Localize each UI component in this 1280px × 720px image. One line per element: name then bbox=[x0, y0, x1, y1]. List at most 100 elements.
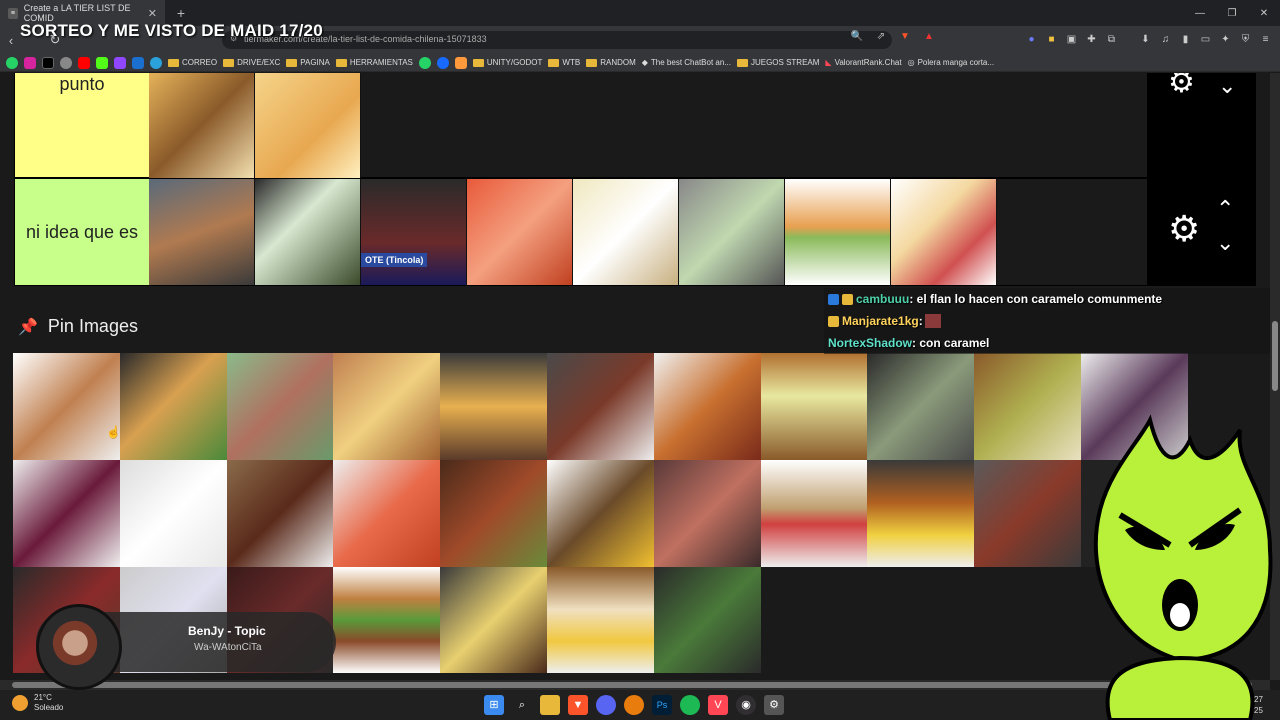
bookmark-polera[interactable]: ◎ Polera manga corta... bbox=[908, 58, 994, 67]
pin-image[interactable] bbox=[546, 566, 654, 674]
close-tab-icon[interactable]: ✕ bbox=[148, 7, 157, 20]
bookmark-drive[interactable]: DRIVE/EXC bbox=[223, 58, 280, 67]
tier-label[interactable]: punto bbox=[15, 73, 149, 177]
zoom-icon[interactable]: 🔍 bbox=[848, 31, 866, 47]
youtube-icon[interactable] bbox=[78, 56, 90, 69]
vpn-icon[interactable]: ⛨ bbox=[1238, 32, 1253, 47]
pin-image[interactable] bbox=[653, 459, 761, 567]
pin-image[interactable] bbox=[226, 459, 334, 567]
extension-icon[interactable]: ⧉ bbox=[1104, 32, 1119, 47]
pin-image[interactable] bbox=[546, 459, 654, 567]
menu-icon[interactable]: ≡ bbox=[1258, 32, 1273, 47]
maximize-button[interactable]: ❐ bbox=[1216, 8, 1248, 19]
pin-image[interactable] bbox=[119, 459, 227, 567]
pin-image[interactable] bbox=[653, 566, 761, 674]
pin-image[interactable] bbox=[440, 353, 547, 460]
back-icon[interactable]: ‹ bbox=[0, 33, 22, 48]
bookmark-juegos-stream[interactable]: JUEGOS STREAM bbox=[736, 58, 819, 67]
minimize-button[interactable]: — bbox=[1184, 8, 1216, 19]
leo-icon[interactable]: ✦ bbox=[1218, 32, 1233, 47]
sidebar-icon[interactable]: ▮ bbox=[1178, 32, 1193, 47]
whatsapp-icon[interactable] bbox=[6, 56, 18, 69]
kick-icon[interactable] bbox=[96, 56, 108, 69]
pin-image[interactable] bbox=[333, 566, 441, 674]
pin-image[interactable] bbox=[760, 353, 868, 460]
move-up-icon[interactable]: ⌃ bbox=[1216, 196, 1234, 222]
new-tab-button[interactable]: + bbox=[171, 5, 191, 21]
bookmark-herramientas[interactable]: HERRAMIENTAS bbox=[335, 58, 413, 67]
extension-icon[interactable]: ● bbox=[1024, 32, 1039, 47]
tier-item-image[interactable] bbox=[149, 179, 255, 285]
pin-image[interactable] bbox=[653, 353, 761, 460]
move-down-icon[interactable]: ⌄ bbox=[1216, 230, 1234, 256]
pin-image[interactable] bbox=[226, 353, 334, 460]
tier-label[interactable]: ni idea que es bbox=[15, 179, 149, 285]
pin-image[interactable] bbox=[974, 459, 1081, 567]
bookmark-random[interactable]: RANDOM bbox=[586, 58, 636, 67]
tier-item-image[interactable]: OTE (Tincola) bbox=[361, 179, 467, 285]
bookmark-correo[interactable]: CORREO bbox=[168, 58, 217, 67]
search-icon[interactable]: ⌕ bbox=[512, 695, 532, 715]
blender-icon[interactable] bbox=[624, 695, 644, 715]
apple-icon[interactable] bbox=[60, 56, 72, 69]
pin-image[interactable] bbox=[974, 353, 1081, 460]
tier-item-image[interactable] bbox=[573, 179, 679, 285]
extension-icon[interactable]: ■ bbox=[1044, 32, 1059, 47]
photoshop-icon[interactable]: Ps bbox=[652, 695, 672, 715]
pin-image[interactable] bbox=[867, 353, 975, 460]
media-icon[interactable]: ♫ bbox=[1158, 32, 1173, 47]
pin-image[interactable] bbox=[760, 459, 868, 567]
discord-icon[interactable] bbox=[596, 695, 616, 715]
weather-widget[interactable]: 21°C Soleado bbox=[12, 693, 63, 713]
obs-icon[interactable]: ◉ bbox=[736, 695, 756, 715]
telegram-icon[interactable] bbox=[150, 56, 162, 69]
settings-gear-icon[interactable]: ⚙ bbox=[1168, 208, 1200, 250]
puzzle-icon[interactable]: ✚ bbox=[1084, 32, 1099, 47]
bookmark-site-icon[interactable] bbox=[454, 56, 467, 69]
file-explorer-icon[interactable] bbox=[540, 695, 560, 715]
move-down-icon[interactable]: ⌄ bbox=[1218, 73, 1236, 99]
tier-item-image[interactable] bbox=[255, 179, 361, 285]
share-icon[interactable]: ⇗ bbox=[872, 31, 890, 47]
tier-item-image[interactable] bbox=[467, 179, 573, 285]
pin-image[interactable] bbox=[13, 353, 120, 460]
settings-icon[interactable]: ⚙ bbox=[764, 695, 784, 715]
valorant-icon[interactable]: V bbox=[708, 695, 728, 715]
pin-image[interactable] bbox=[119, 353, 227, 460]
whatsapp-icon[interactable] bbox=[418, 56, 431, 69]
tier-item-image[interactable] bbox=[149, 73, 255, 178]
bookmark-unity[interactable]: UNITY/GODOT bbox=[472, 58, 542, 67]
pin-image[interactable] bbox=[440, 566, 547, 674]
bookmark-chatbot[interactable]: ◆ The best ChatBot an... bbox=[642, 58, 731, 67]
tier-item-image[interactable] bbox=[679, 179, 785, 285]
x-icon[interactable] bbox=[42, 56, 54, 69]
bookmark-valorant[interactable]: ◣ ValorantRank.Chat bbox=[825, 58, 901, 67]
bookmark-pagina[interactable]: PAGINA bbox=[286, 58, 330, 67]
pin-image[interactable] bbox=[333, 353, 441, 460]
brave-rewards-icon[interactable]: ▲ bbox=[920, 31, 938, 47]
tier-item-image[interactable] bbox=[255, 73, 361, 178]
scrollbar-thumb[interactable] bbox=[1272, 321, 1278, 391]
bookmark-wtb[interactable]: WTB bbox=[548, 58, 580, 67]
extension-icon[interactable]: ⬇ bbox=[1138, 32, 1153, 47]
tier-item-image[interactable] bbox=[785, 179, 891, 285]
paypal-icon[interactable] bbox=[132, 56, 144, 69]
close-window-button[interactable]: ✕ bbox=[1248, 8, 1280, 19]
pin-image[interactable] bbox=[440, 459, 547, 567]
scrollbar-thumb[interactable] bbox=[12, 682, 1252, 688]
twitch-icon[interactable] bbox=[114, 56, 126, 69]
instagram-icon[interactable] bbox=[24, 56, 36, 69]
pin-image[interactable] bbox=[546, 353, 654, 460]
spotify-icon[interactable] bbox=[680, 695, 700, 715]
behance-icon[interactable] bbox=[436, 56, 449, 69]
wallet-icon[interactable]: ▭ bbox=[1198, 32, 1213, 47]
tier-item-image[interactable] bbox=[891, 179, 997, 285]
brave-browser-icon[interactable]: ▼ bbox=[568, 695, 588, 715]
extension-icon[interactable]: ▣ bbox=[1064, 32, 1079, 47]
pin-image[interactable] bbox=[13, 459, 120, 567]
pin-image[interactable] bbox=[333, 459, 441, 567]
brave-shield-icon[interactable]: ▼ bbox=[896, 31, 914, 47]
pin-image[interactable] bbox=[867, 459, 975, 567]
windows-start-icon[interactable]: ⊞ bbox=[484, 695, 504, 715]
settings-gear-icon[interactable]: ⚙ bbox=[1168, 73, 1195, 100]
